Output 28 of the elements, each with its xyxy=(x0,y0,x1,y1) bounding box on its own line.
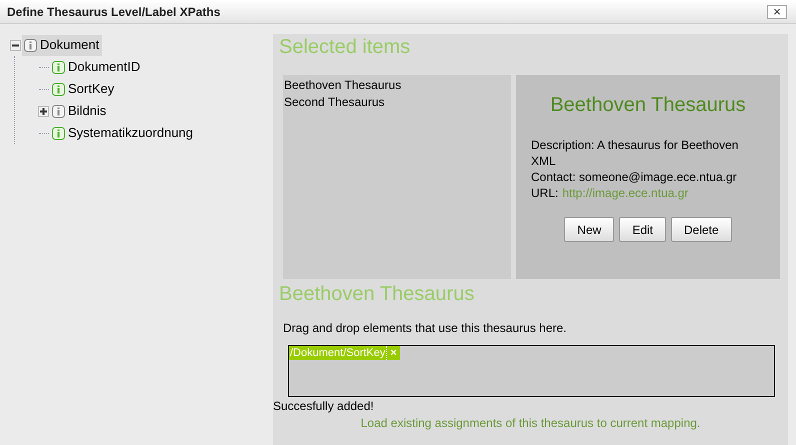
info-icon xyxy=(52,82,65,96)
expand-icon[interactable] xyxy=(38,106,49,116)
details-title: Beethoven Thesaurus xyxy=(550,93,746,117)
thesaurus-list-item[interactable]: Second Thesaurus xyxy=(284,94,385,111)
section-heading: Beethoven Thesaurus xyxy=(278,282,476,306)
url-label: URL: xyxy=(531,185,558,201)
info-icon xyxy=(52,60,65,74)
status-text: Succesfully added! xyxy=(273,398,375,414)
close-button[interactable]: × xyxy=(767,4,787,18)
collapse-icon[interactable] xyxy=(10,40,21,50)
section-heading: Selected items xyxy=(278,35,412,59)
thesaurus-list-item[interactable]: Beethoven Thesaurus xyxy=(284,77,402,94)
info-icon xyxy=(52,126,65,140)
tree-item[interactable]: SortKey xyxy=(50,78,118,100)
action-button[interactable]: Edit xyxy=(619,217,666,242)
tree-item[interactable]: Systematikzuordnung xyxy=(50,122,196,144)
info-icon xyxy=(24,38,37,52)
action-button[interactable]: New xyxy=(564,217,614,242)
hint-text: Drag and drop elements that use this thesaurus here. xyxy=(282,320,568,336)
path-tag: /Dokument/SortKey × xyxy=(289,346,400,360)
contact-text: Contact: someone@image.ece.ntua.gr xyxy=(531,169,738,185)
tree-item[interactable]: DokumentID xyxy=(50,56,144,78)
tree-item[interactable]: Dokument xyxy=(22,34,102,56)
window-title: Define Thesaurus Level/Label XPaths xyxy=(7,4,220,20)
info-icon xyxy=(52,104,65,118)
description-text: Description: A thesaurus for Beethoven XML xyxy=(531,137,740,169)
action-button[interactable]: Delete xyxy=(671,217,732,242)
tree-item[interactable]: Bildnis xyxy=(50,100,110,122)
